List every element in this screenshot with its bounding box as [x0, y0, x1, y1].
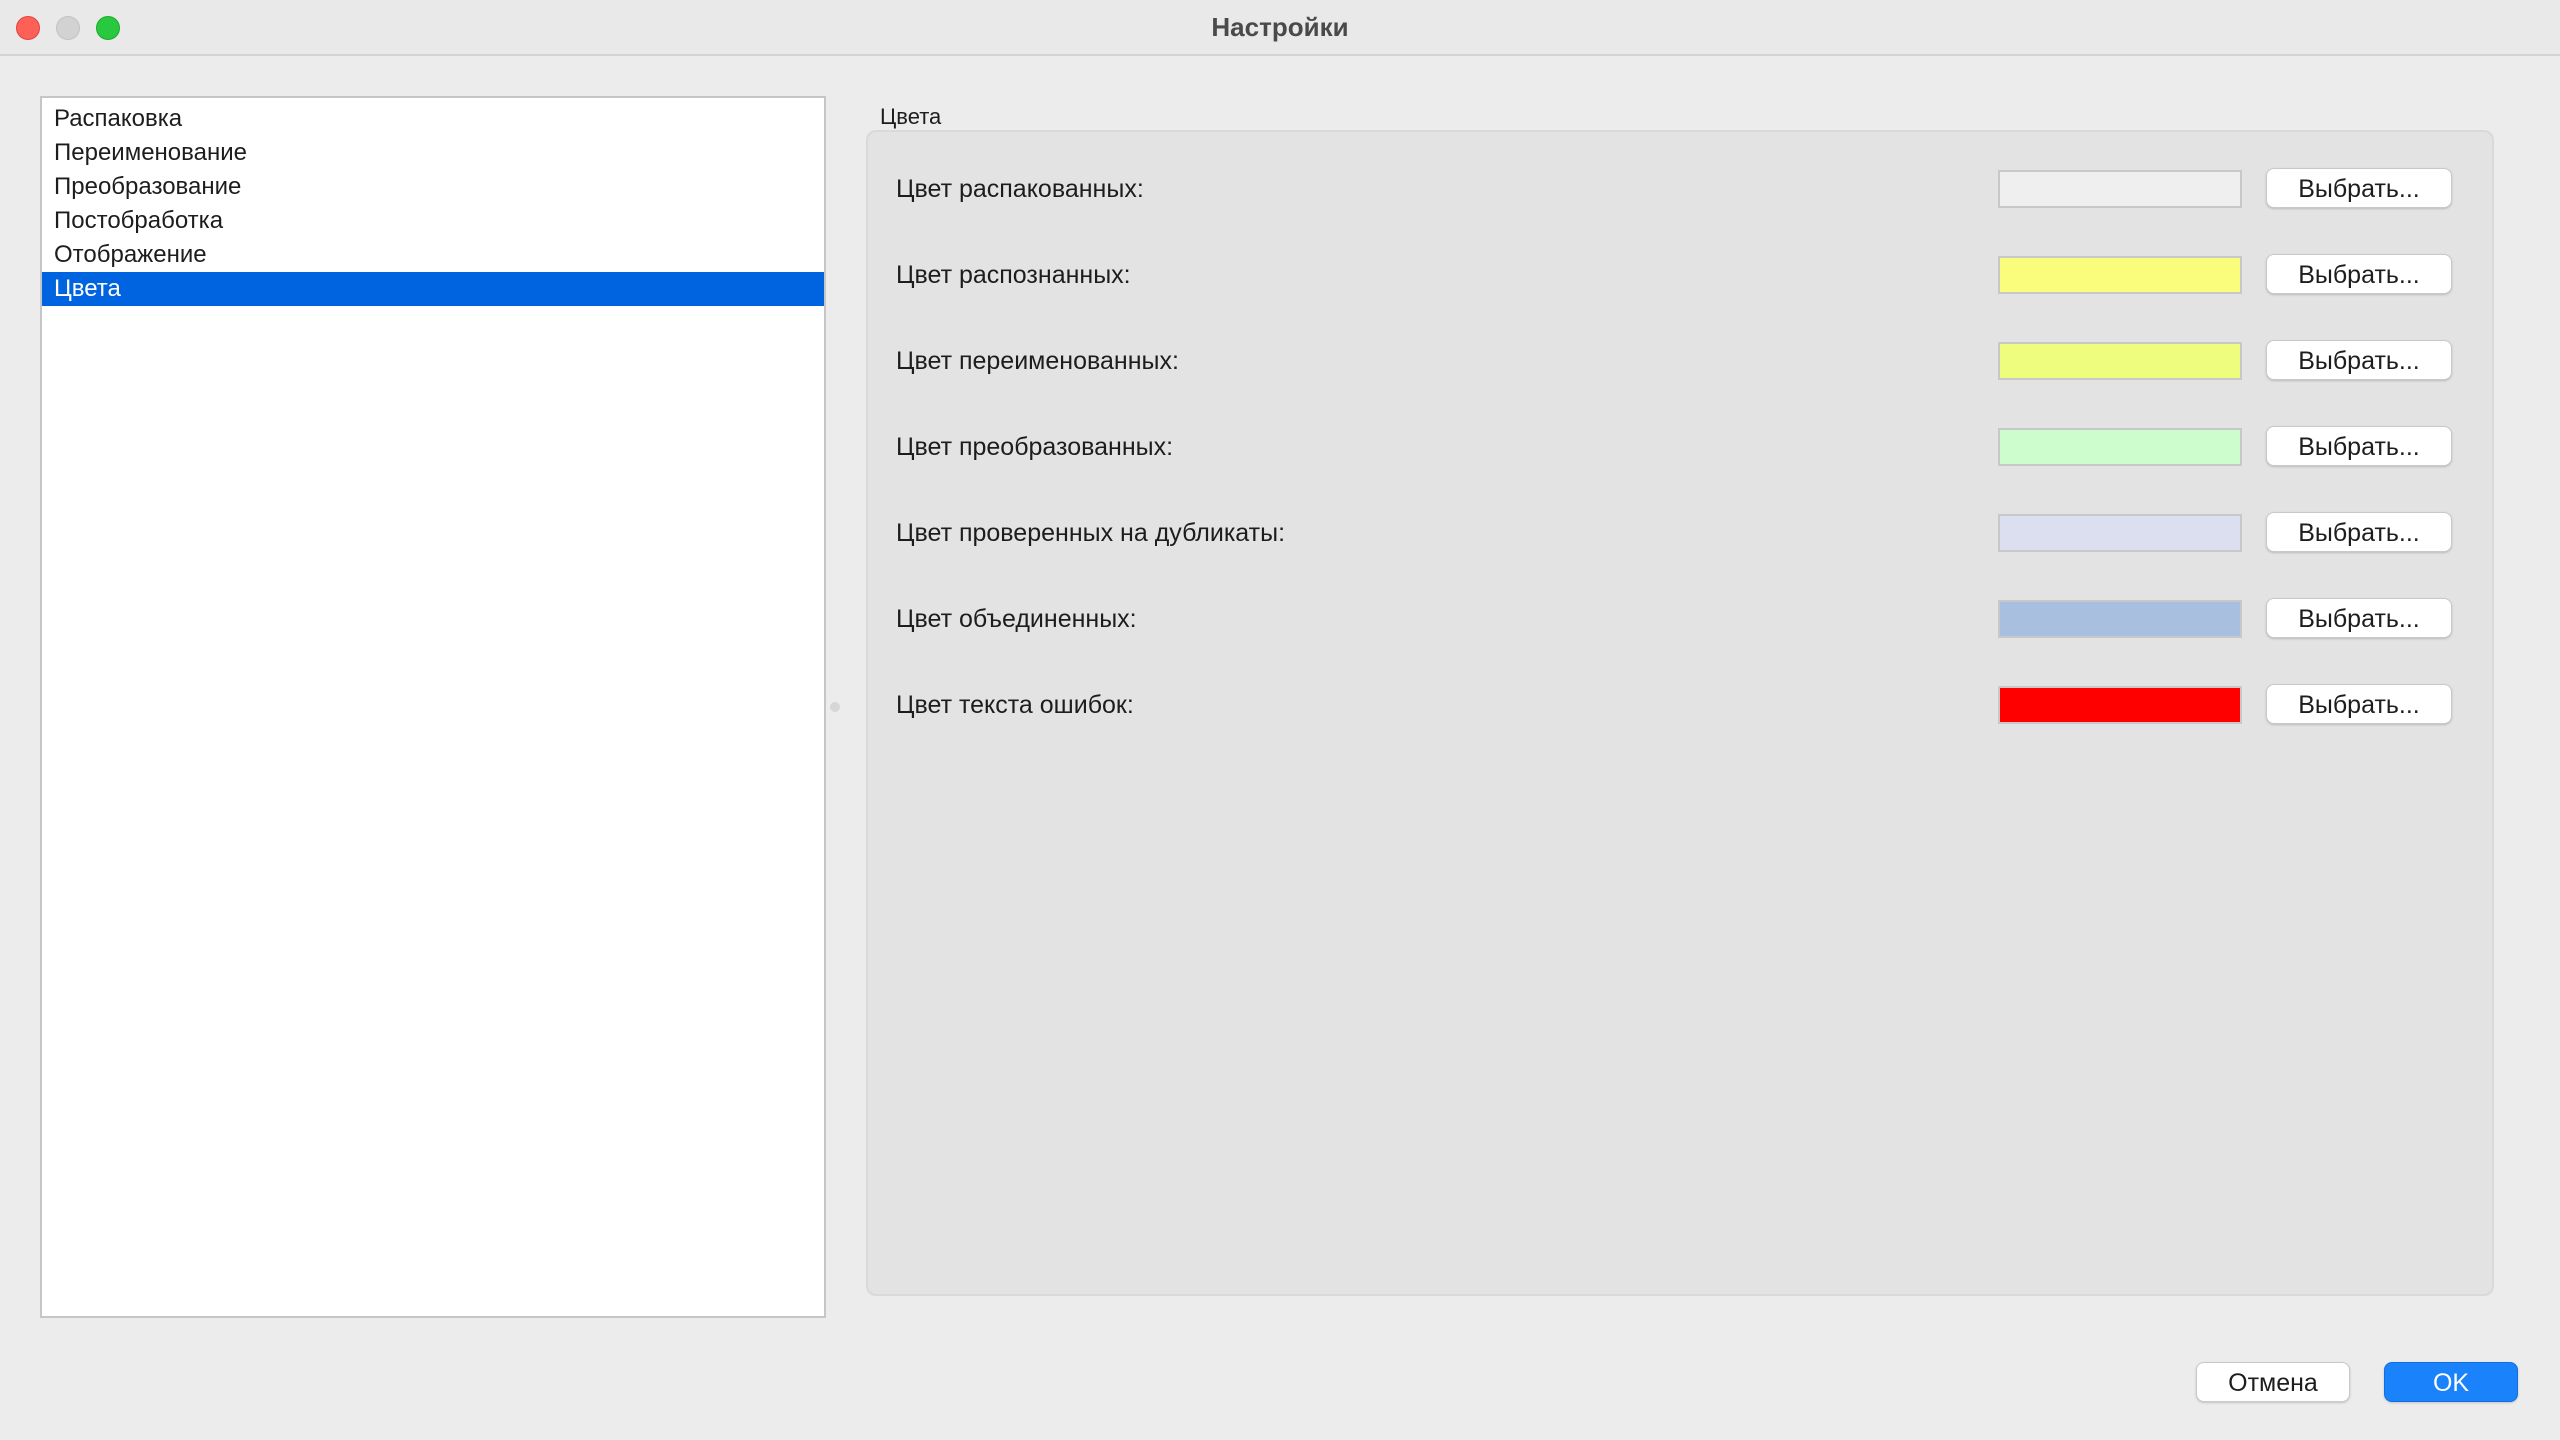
- color-swatch-error-text: [1998, 686, 2242, 724]
- color-row-unpacked: Цвет распакованных: Выбрать...: [868, 146, 2496, 232]
- color-swatch-renamed: [1998, 342, 2242, 380]
- splitter-handle[interactable]: [830, 702, 840, 712]
- color-row-label: Цвет объединенных:: [896, 605, 1137, 633]
- color-row-label: Цвет преобразованных:: [896, 433, 1174, 461]
- choose-color-button-duplicates-checked[interactable]: Выбрать...: [2266, 512, 2452, 552]
- sidebar-item-display[interactable]: Отображение: [42, 238, 824, 272]
- color-row-renamed: Цвет переименованных: Выбрать...: [868, 318, 2496, 404]
- color-swatch-converted: [1998, 428, 2242, 466]
- sidebar-item-unpacking[interactable]: Распаковка: [42, 102, 824, 136]
- color-row-label: Цвет распакованных:: [896, 175, 1144, 203]
- color-row-label: Цвет проверенных на дубликаты:: [896, 519, 1286, 547]
- preferences-window: Настройки Распаковка Переименование Прео…: [0, 0, 2560, 1440]
- color-row-recognized: Цвет распознанных: Выбрать...: [868, 232, 2496, 318]
- settings-category-list[interactable]: Распаковка Переименование Преобразование…: [40, 96, 826, 1318]
- choose-color-button-renamed[interactable]: Выбрать...: [2266, 340, 2452, 380]
- color-row-error-text: Цвет текста ошибок: Выбрать...: [868, 662, 2496, 748]
- title-bar: Настройки: [0, 0, 2560, 56]
- color-swatch-recognized: [1998, 256, 2242, 294]
- choose-color-button-error-text[interactable]: Выбрать...: [2266, 684, 2452, 724]
- sidebar-item-postprocessing[interactable]: Постобработка: [42, 204, 824, 238]
- window-title: Настройки: [1211, 12, 1349, 42]
- sidebar-item-renaming[interactable]: Переименование: [42, 136, 824, 170]
- color-row-duplicates-checked: Цвет проверенных на дубликаты: Выбрать..…: [868, 490, 2496, 576]
- color-row-label: Цвет распознанных:: [896, 261, 1131, 289]
- choose-color-button-converted[interactable]: Выбрать...: [2266, 426, 2452, 466]
- choose-color-button-recognized[interactable]: Выбрать...: [2266, 254, 2452, 294]
- choose-color-button-unpacked[interactable]: Выбрать...: [2266, 168, 2452, 208]
- color-swatch-merged: [1998, 600, 2242, 638]
- color-row-merged: Цвет объединенных: Выбрать...: [868, 576, 2496, 662]
- ok-button[interactable]: OK: [2384, 1362, 2518, 1402]
- colors-group-title: Цвета: [880, 104, 942, 129]
- cancel-button[interactable]: Отмена: [2196, 1362, 2350, 1402]
- color-row-converted: Цвет преобразованных: Выбрать...: [868, 404, 2496, 490]
- colors-group-box: Цвет распакованных: Выбрать... Цвет расп…: [866, 130, 2494, 1296]
- color-row-label: Цвет переименованных:: [896, 347, 1179, 375]
- choose-color-button-merged[interactable]: Выбрать...: [2266, 598, 2452, 638]
- color-swatch-unpacked: [1998, 170, 2242, 208]
- sidebar-item-conversion[interactable]: Преобразование: [42, 170, 824, 204]
- color-row-label: Цвет текста ошибок:: [896, 691, 1134, 719]
- color-swatch-duplicates-checked: [1998, 514, 2242, 552]
- sidebar-item-colors[interactable]: Цвета: [42, 272, 824, 306]
